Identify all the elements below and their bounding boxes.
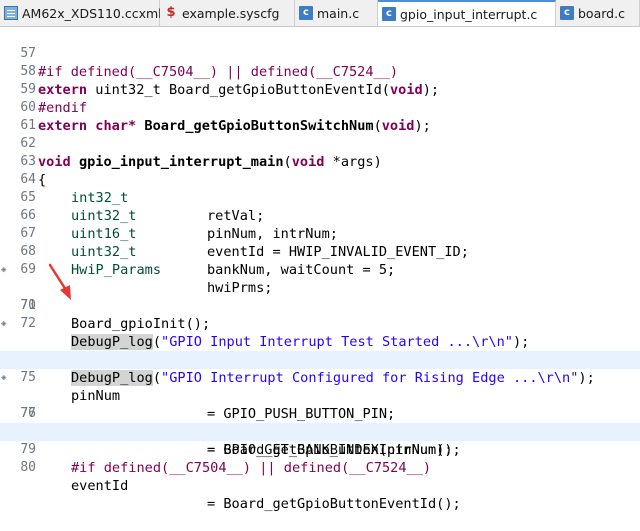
- editor-tab-bar: AM62x_XDS110.ccxml $ example.syscfg c ma…: [0, 0, 640, 27]
- tab-label: main.c: [317, 5, 360, 21]
- code-line-74: 74: [0, 333, 640, 367]
- code-line-67: 67 uint32_t bankNum, waitCount = 5;: [20, 226, 396, 278]
- syscfg-icon: $: [166, 5, 176, 20]
- code-line-76: ◈ 76 intrNum = Board_getGpioButtonIntrNu…: [1, 373, 461, 459]
- annotation-icon[interactable]: ◈: [1, 374, 9, 383]
- code-line-63: 63 {: [20, 154, 47, 188]
- c-file-icon: c: [382, 7, 396, 21]
- code-line-57: 57 #if defined(__C7504__) || defined(__C…: [20, 46, 399, 80]
- tab-board-c[interactable]: c board.c: [556, 0, 640, 26]
- code-line-58: 58 extern uint32_t Board_getGpioButtonEv…: [20, 64, 440, 98]
- tab-main-c[interactable]: c main.c: [295, 0, 378, 26]
- code-line-75-current: 75 pinNum = GPIO_PUSH_BUTTON_PIN;: [0, 351, 640, 422]
- code-line-64: 64 int32_t retVal;: [20, 172, 265, 224]
- tab-gpio-input-interrupt-c[interactable]: c gpio_input_interrupt.c: [378, 0, 556, 26]
- annotation-icon[interactable]: ◈: [1, 320, 9, 329]
- code-line-79: 79 #if defined(__C7504__) || defined(__C…: [0, 423, 640, 476]
- code-line-73: ◈ 73 DebugP_log("GPIO Interrupt Configur…: [1, 319, 595, 386]
- code-line-80: 80 eventId = Board_getGpioButtonEventId(…: [20, 460, 461, 512]
- tab-label: gpio_input_interrupt.c: [400, 6, 538, 22]
- code-line-68: 68 HwiP_Params hwiPrms;: [20, 244, 273, 296]
- tab-am62x-xds110-ccxml[interactable]: AM62x_XDS110.ccxml: [0, 0, 162, 26]
- c-file-icon: c: [299, 6, 313, 20]
- code-line-71: 71: [20, 298, 36, 313]
- code-line-59: 59 #endif: [20, 82, 88, 116]
- tab-example-syscfg[interactable]: $ example.syscfg: [160, 0, 295, 26]
- code-editor[interactable]: 57 #if defined(__C7504__) || defined(__C…: [0, 27, 640, 512]
- code-line-70: ◈ 70 Board_gpioInit();: [1, 265, 211, 333]
- c-file-icon: c: [560, 6, 574, 20]
- tab-label: board.c: [578, 5, 625, 21]
- document-icon: [4, 6, 18, 20]
- code-line-78: 78: [0, 405, 640, 439]
- code-line-62: 62 void gpio_input_interrupt_main(void *…: [20, 136, 382, 170]
- code-line-65: 65 uint32_t pinNum, intrNum;: [20, 190, 338, 242]
- code-line-66: 66 uint16_t eventId = HWIP_INVALID_EVENT…: [20, 208, 469, 260]
- annotation-icon[interactable]: ◈: [1, 266, 9, 275]
- code-line-77: 77 bankNum = GPIO_GET_BANK_INDEX(pinNum)…: [20, 406, 453, 458]
- tab-label: AM62x_XDS110.ccxml: [22, 5, 162, 21]
- code-line-61: 61: [20, 118, 36, 133]
- tab-label: example.syscfg: [182, 5, 280, 21]
- code-line-69: 69: [20, 262, 36, 277]
- code-line-72: 72 DebugP_log("GPIO Input Interrupt Test…: [20, 316, 530, 350]
- code-line-60: 60 extern char* Board_getGpioButtonSwitc…: [20, 100, 431, 134]
